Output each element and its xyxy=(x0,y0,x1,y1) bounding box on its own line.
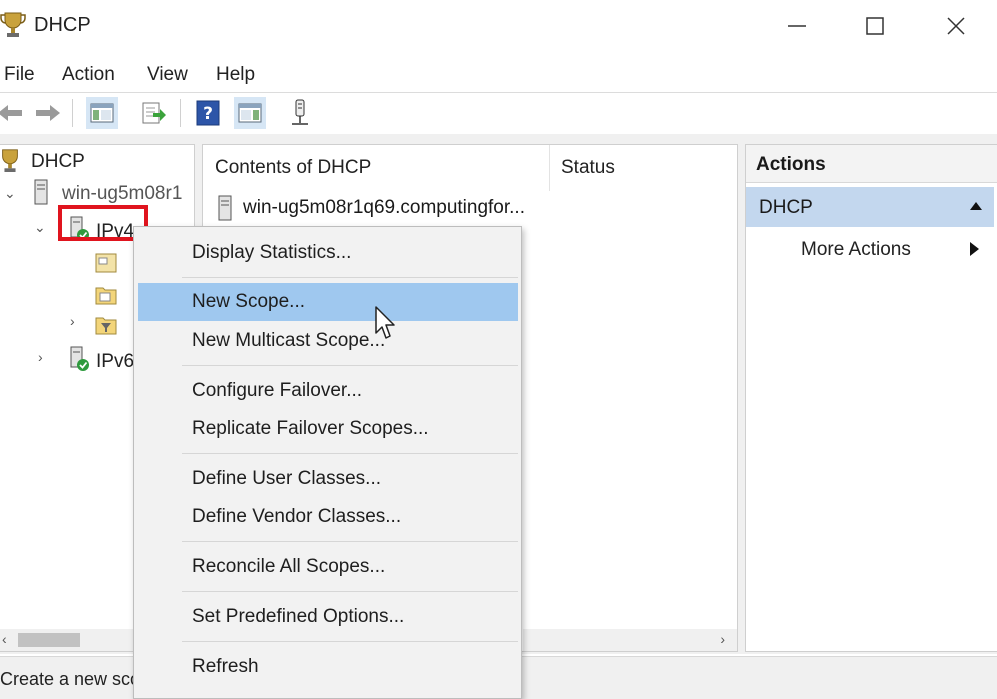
policies-folder-icon xyxy=(95,287,117,305)
column-contents[interactable]: Contents of DHCP xyxy=(203,145,549,191)
title-bar: DHCP xyxy=(0,0,997,52)
dhcp-trophy-icon xyxy=(2,149,18,172)
server-options-icon xyxy=(95,253,117,273)
forward-arrow-icon xyxy=(36,105,60,121)
actions-section-dhcp[interactable]: DHCP xyxy=(746,187,994,227)
expand-arrow[interactable]: ⌄ xyxy=(34,219,46,236)
menu-item-refresh[interactable]: Refresh xyxy=(134,648,521,686)
menu-separator xyxy=(182,277,518,278)
tree-server[interactable]: win-ug5m08r1 xyxy=(62,183,182,205)
actions-pane: Actions DHCP More Actions xyxy=(745,144,997,652)
results-horizontal-scrollbar[interactable]: › xyxy=(523,629,737,651)
context-menu: Display Statistics... New Scope... New M… xyxy=(133,226,522,699)
menu-item-new-multicast-scope[interactable]: New Multicast Scope... xyxy=(134,322,521,360)
menu-separator xyxy=(182,641,518,642)
toolbar: ? xyxy=(0,92,997,132)
menu-item-configure-failover[interactable]: Configure Failover... xyxy=(134,372,521,410)
more-actions-link[interactable]: More Actions xyxy=(801,239,911,261)
export-list-icon xyxy=(142,102,166,124)
actions-title: Actions xyxy=(746,145,997,183)
server-icon xyxy=(218,195,232,221)
menu-item-new-scope[interactable]: New Scope... xyxy=(138,283,518,321)
server-name: win-ug5m08r1q69.computingfor... xyxy=(243,197,525,218)
menu-separator xyxy=(182,591,518,592)
dhcp-trophy-icon xyxy=(0,12,26,37)
menu-view[interactable]: View xyxy=(147,62,188,88)
scroll-right-icon[interactable]: › xyxy=(720,631,725,647)
mouse-cursor-icon xyxy=(375,306,395,339)
menu-help[interactable]: Help xyxy=(216,62,255,88)
menu-item-replicate-failover-scopes[interactable]: Replicate Failover Scopes... xyxy=(134,410,521,448)
maximize-button[interactable] xyxy=(852,6,898,46)
tree-dhcp-root[interactable]: DHCP xyxy=(31,151,85,173)
help-icon: ? xyxy=(196,100,220,126)
menu-item-display-statistics[interactable]: Display Statistics... xyxy=(134,234,521,272)
list-item[interactable]: win-ug5m08r1q69.computingfor... xyxy=(215,191,735,225)
collapse-up-icon[interactable] xyxy=(970,202,982,210)
server-status-icon xyxy=(292,99,308,125)
server-status-button[interactable] xyxy=(284,97,316,129)
scroll-thumb[interactable] xyxy=(18,633,80,647)
show-hide-tree-icon xyxy=(90,103,114,123)
close-icon xyxy=(947,17,965,35)
menu-item-define-user-classes[interactable]: Define User Classes... xyxy=(134,460,521,498)
ipv6-node-icon xyxy=(70,346,89,371)
menu-separator xyxy=(182,365,518,366)
toolbar-separator xyxy=(72,99,73,127)
column-status[interactable]: Status xyxy=(549,145,737,191)
close-button[interactable] xyxy=(933,6,979,46)
export-list-button[interactable] xyxy=(138,97,170,129)
maximize-icon xyxy=(866,17,884,35)
minimize-icon xyxy=(788,25,806,27)
server-icon xyxy=(34,179,48,205)
scroll-left-icon[interactable]: ‹ xyxy=(2,631,7,647)
status-text: Create a new sco xyxy=(0,669,141,689)
menu-item-define-vendor-classes[interactable]: Define Vendor Classes... xyxy=(134,498,521,536)
filters-folder-icon xyxy=(95,317,117,335)
tree-ipv6[interactable]: IPv6 xyxy=(96,351,134,373)
menu-action[interactable]: Action xyxy=(62,62,115,88)
show-hide-action-pane-icon xyxy=(238,103,262,123)
minimize-button[interactable] xyxy=(774,6,820,46)
expand-arrow[interactable]: ⌄ xyxy=(4,185,16,202)
back-arrow-icon xyxy=(0,105,22,121)
menu-file[interactable]: File xyxy=(4,62,35,88)
svg-text:?: ? xyxy=(203,104,213,124)
actions-section-label: DHCP xyxy=(759,197,813,218)
menu-bar: File Action View Help xyxy=(0,58,997,88)
back-button[interactable] xyxy=(0,97,26,129)
expand-arrow[interactable]: › xyxy=(38,349,43,365)
show-hide-tree-button[interactable] xyxy=(86,97,118,129)
toolbar-separator xyxy=(180,99,181,127)
submenu-arrow-icon[interactable] xyxy=(970,242,979,256)
menu-item-reconcile-all-scopes[interactable]: Reconcile All Scopes... xyxy=(134,548,521,586)
forward-button[interactable] xyxy=(32,97,64,129)
menu-separator xyxy=(182,453,518,454)
menu-separator xyxy=(182,541,518,542)
menu-item-set-predefined-options[interactable]: Set Predefined Options... xyxy=(134,598,521,636)
show-hide-action-pane-button[interactable] xyxy=(234,97,266,129)
window-title: DHCP xyxy=(34,14,91,36)
help-button[interactable]: ? xyxy=(192,97,224,129)
expand-arrow[interactable]: › xyxy=(70,313,75,329)
